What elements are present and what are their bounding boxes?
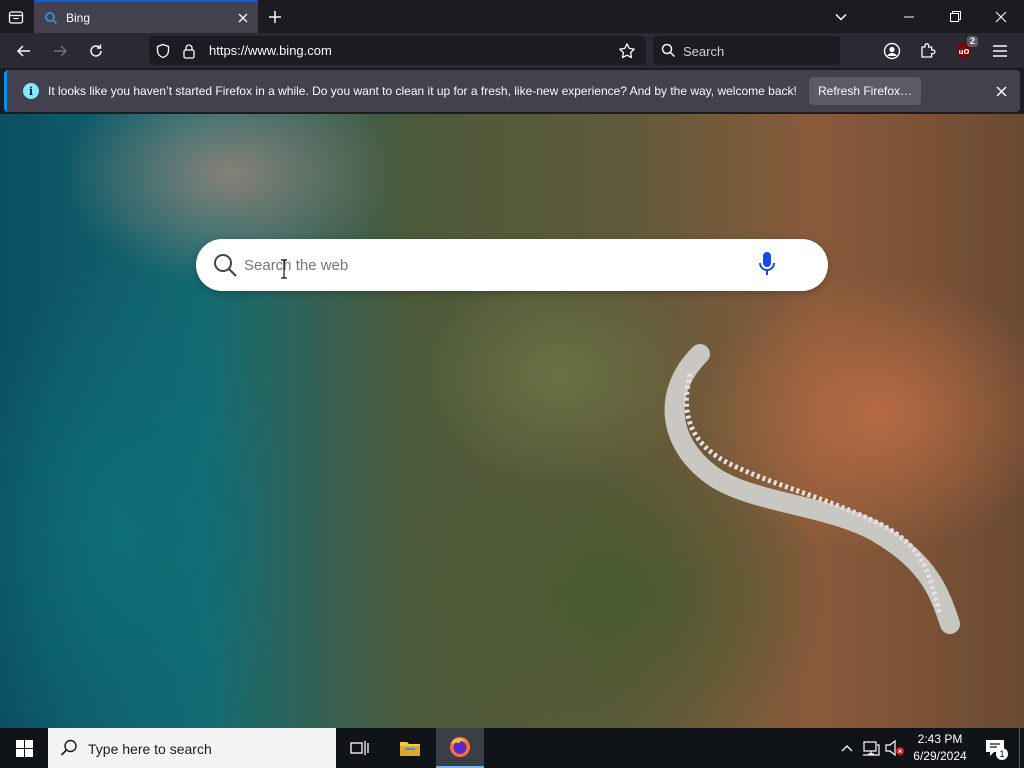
start-button[interactable] bbox=[0, 728, 48, 768]
forward-button[interactable] bbox=[46, 37, 74, 65]
notification-count-badge: 1 bbox=[996, 748, 1008, 760]
restore-icon bbox=[949, 11, 961, 22]
microphone-icon[interactable] bbox=[758, 251, 776, 282]
taskbar-search-box[interactable]: Type here to search bbox=[48, 728, 336, 768]
close-window-button[interactable] bbox=[978, 0, 1024, 33]
tracking-protection-shield-icon[interactable] bbox=[155, 43, 171, 64]
minimize-button[interactable] bbox=[886, 0, 932, 33]
show-hidden-icons-button[interactable] bbox=[838, 728, 856, 768]
taskbar-clock[interactable]: 2:43 PM 6/29/2024 bbox=[906, 731, 974, 765]
back-button[interactable] bbox=[10, 37, 38, 65]
account-icon bbox=[883, 42, 901, 60]
text-cursor-icon bbox=[281, 259, 287, 279]
reload-button[interactable] bbox=[82, 37, 110, 65]
hamburger-menu-icon bbox=[993, 45, 1007, 57]
reload-icon bbox=[90, 44, 102, 57]
extensions-button[interactable] bbox=[914, 37, 942, 65]
arrow-right-icon bbox=[54, 45, 68, 57]
notification-message: It looks like you haven’t started Firefo… bbox=[48, 84, 797, 98]
clock-time: 2:43 PM bbox=[917, 732, 963, 746]
search-bar-placeholder: Search bbox=[683, 44, 725, 59]
arrow-left-icon bbox=[16, 45, 30, 57]
show-desktop-button[interactable] bbox=[1019, 728, 1024, 768]
task-view-button[interactable] bbox=[336, 728, 384, 768]
address-bar[interactable]: https://www.bing.com bbox=[149, 36, 646, 65]
magnifier-favicon-icon bbox=[44, 11, 58, 25]
refresh-firefox-button[interactable]: Refresh Firefox… bbox=[809, 77, 921, 105]
firefox-taskbar-button[interactable] bbox=[436, 728, 484, 768]
url-text[interactable]: https://www.bing.com bbox=[209, 43, 332, 58]
network-tray-button[interactable] bbox=[860, 728, 882, 768]
lock-icon[interactable] bbox=[182, 43, 196, 64]
clock-date: 6/29/2024 bbox=[913, 749, 967, 763]
minimize-icon bbox=[904, 16, 914, 17]
tab-strip: Bing bbox=[0, 0, 1024, 33]
windows-logo-icon bbox=[15, 739, 33, 757]
chevron-down-icon bbox=[835, 13, 847, 21]
bookmark-star-icon[interactable] bbox=[618, 42, 636, 65]
taskbar-search-placeholder: Type here to search bbox=[88, 741, 212, 757]
windows-taskbar: Type here to search 2:43 PM 6/29/2024 1 bbox=[0, 728, 1024, 768]
tab-title: Bing bbox=[66, 10, 91, 25]
puzzle-piece-icon bbox=[921, 43, 936, 58]
task-view-icon bbox=[350, 741, 369, 755]
app-menu-button[interactable] bbox=[986, 37, 1014, 65]
chevron-up-icon bbox=[841, 745, 853, 752]
volume-tray-button[interactable] bbox=[884, 728, 906, 768]
search-icon bbox=[661, 43, 676, 63]
tab-bing[interactable]: Bing bbox=[34, 0, 258, 33]
notification-close-icon[interactable] bbox=[992, 82, 1010, 100]
close-icon bbox=[995, 11, 1007, 22]
account-button[interactable] bbox=[878, 37, 906, 65]
ublock-extension-button[interactable]: uO 2 bbox=[950, 36, 978, 65]
extension-badge-count: 2 bbox=[966, 36, 978, 47]
action-center-button[interactable]: 1 bbox=[980, 728, 1010, 768]
firefox-view-icon bbox=[8, 11, 24, 24]
svg-text:uO: uO bbox=[959, 48, 970, 56]
list-all-tabs-button[interactable] bbox=[829, 5, 853, 29]
bing-search-input[interactable]: Search the web bbox=[244, 257, 348, 274]
search-icon bbox=[212, 252, 238, 283]
firefox-logo-icon bbox=[450, 737, 470, 757]
plus-icon bbox=[269, 11, 281, 23]
folder-icon bbox=[400, 742, 420, 756]
bing-search-box[interactable]: Search the web bbox=[196, 239, 828, 291]
search-icon bbox=[60, 739, 78, 762]
navigation-toolbar: https://www.bing.com Search uO 2 bbox=[0, 33, 1024, 68]
bing-background-image: Search the web bbox=[0, 114, 1024, 728]
network-icon bbox=[863, 741, 880, 756]
winding-road-illustration bbox=[664, 344, 960, 634]
refresh-firefox-notification: i It looks like you haven’t started Fire… bbox=[4, 70, 1020, 112]
info-icon: i bbox=[23, 83, 39, 99]
search-bar[interactable]: Search bbox=[653, 36, 840, 65]
firefox-view-button[interactable] bbox=[4, 5, 28, 29]
new-tab-button[interactable] bbox=[263, 5, 287, 29]
speaker-muted-icon bbox=[885, 740, 904, 756]
restore-button[interactable] bbox=[932, 0, 978, 33]
tab-close-icon[interactable] bbox=[232, 7, 254, 29]
file-explorer-button[interactable] bbox=[386, 728, 434, 768]
